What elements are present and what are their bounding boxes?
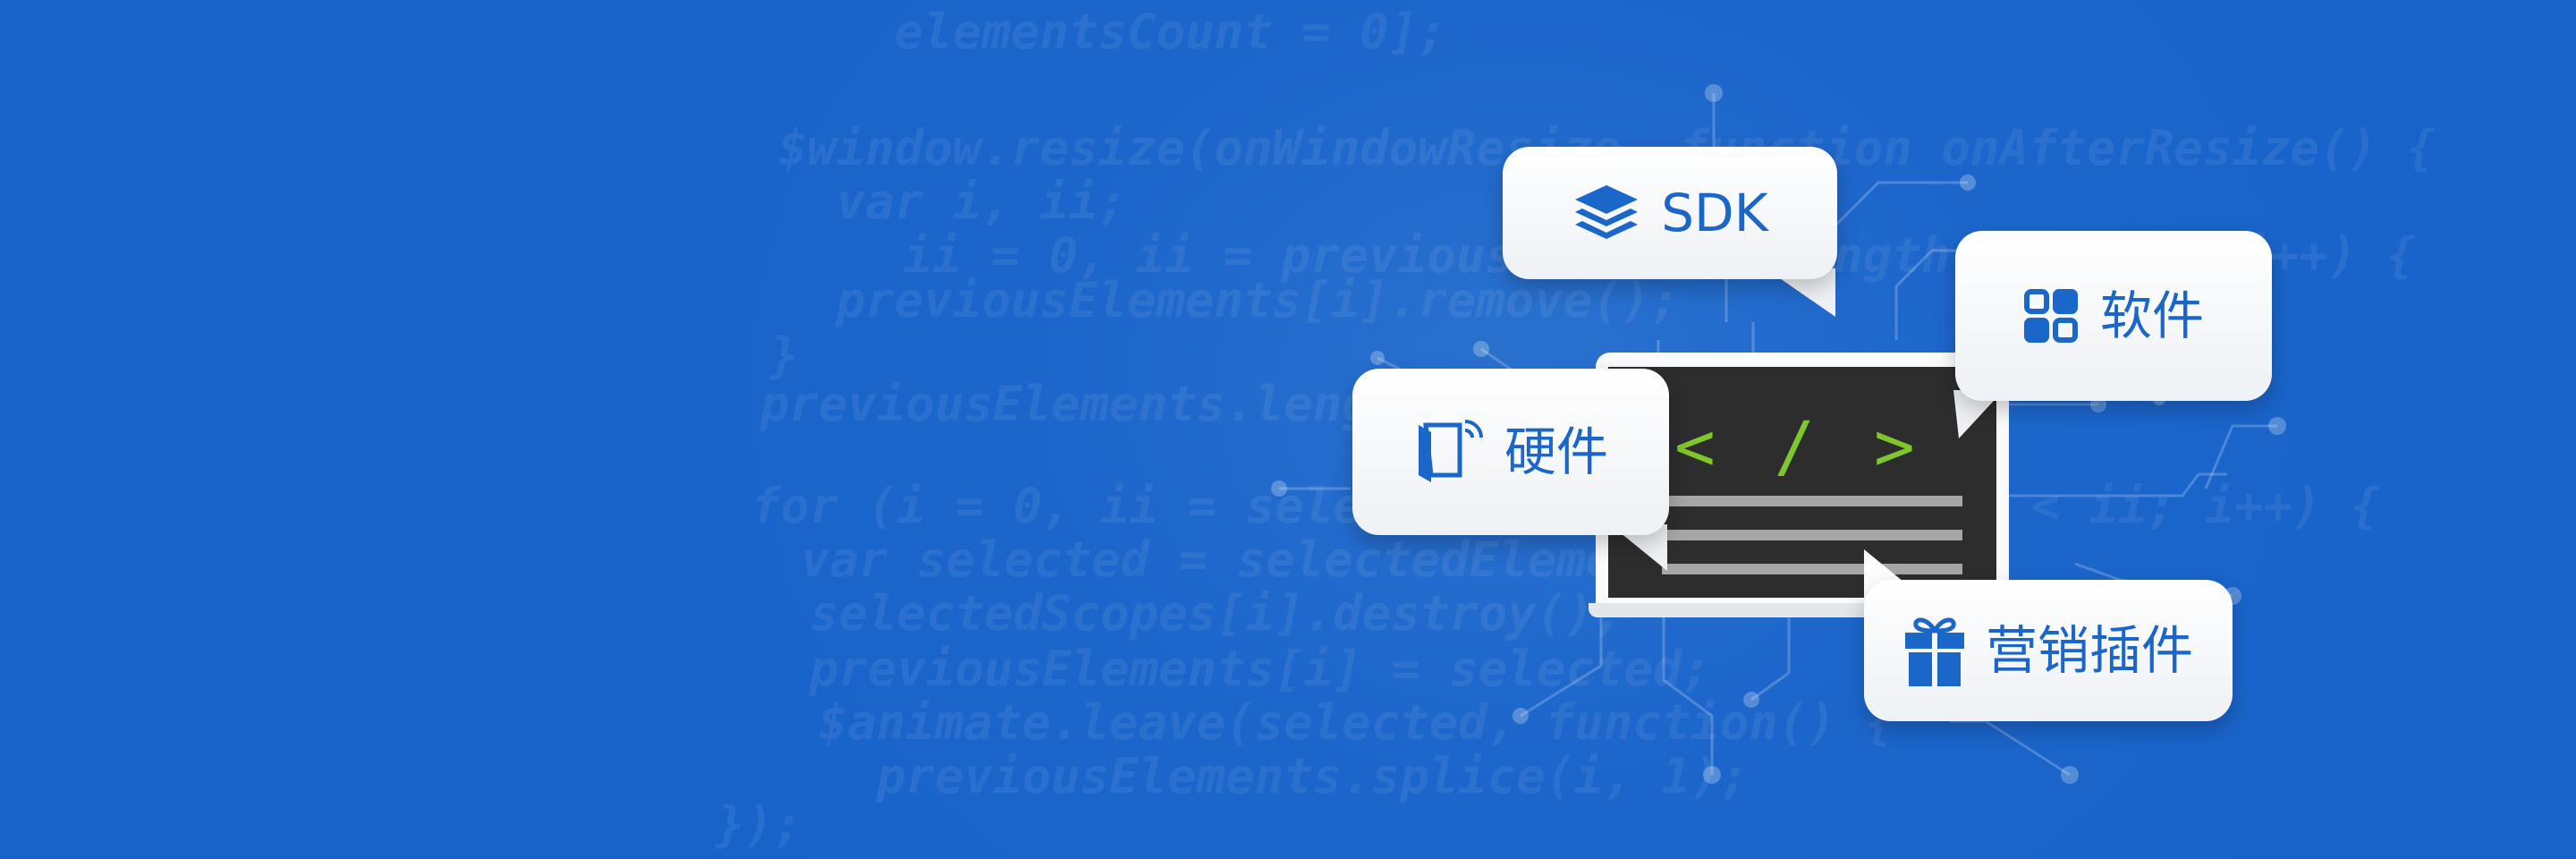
- hero-banner: elementsCount = 0]; $window.resize(onWin…: [0, 0, 2576, 859]
- sdk-label: SDK: [1661, 183, 1768, 243]
- marketing-label: 营销插件: [1985, 620, 2193, 681]
- software-bubble: 软件: [1955, 231, 2272, 401]
- software-label: 软件: [2099, 285, 2204, 346]
- layers-icon: [1575, 185, 1639, 239]
- sdk-bubble: SDK: [1503, 147, 1837, 279]
- hardware-bubble: 硬件: [1352, 369, 1669, 535]
- code-line-bar: [1662, 530, 1962, 540]
- gift-icon: [1904, 617, 1964, 686]
- app-grid-icon: [2023, 289, 2078, 343]
- hardware-label: 硬件: [1504, 421, 1608, 482]
- marketing-bubble: 营销插件: [1864, 580, 2233, 721]
- code-line-bar: [1662, 496, 1962, 506]
- device-signal-icon: [1418, 420, 1483, 482]
- code-tag-text: < / >: [1674, 406, 1924, 486]
- circuit-lines: [1271, 84, 2286, 784]
